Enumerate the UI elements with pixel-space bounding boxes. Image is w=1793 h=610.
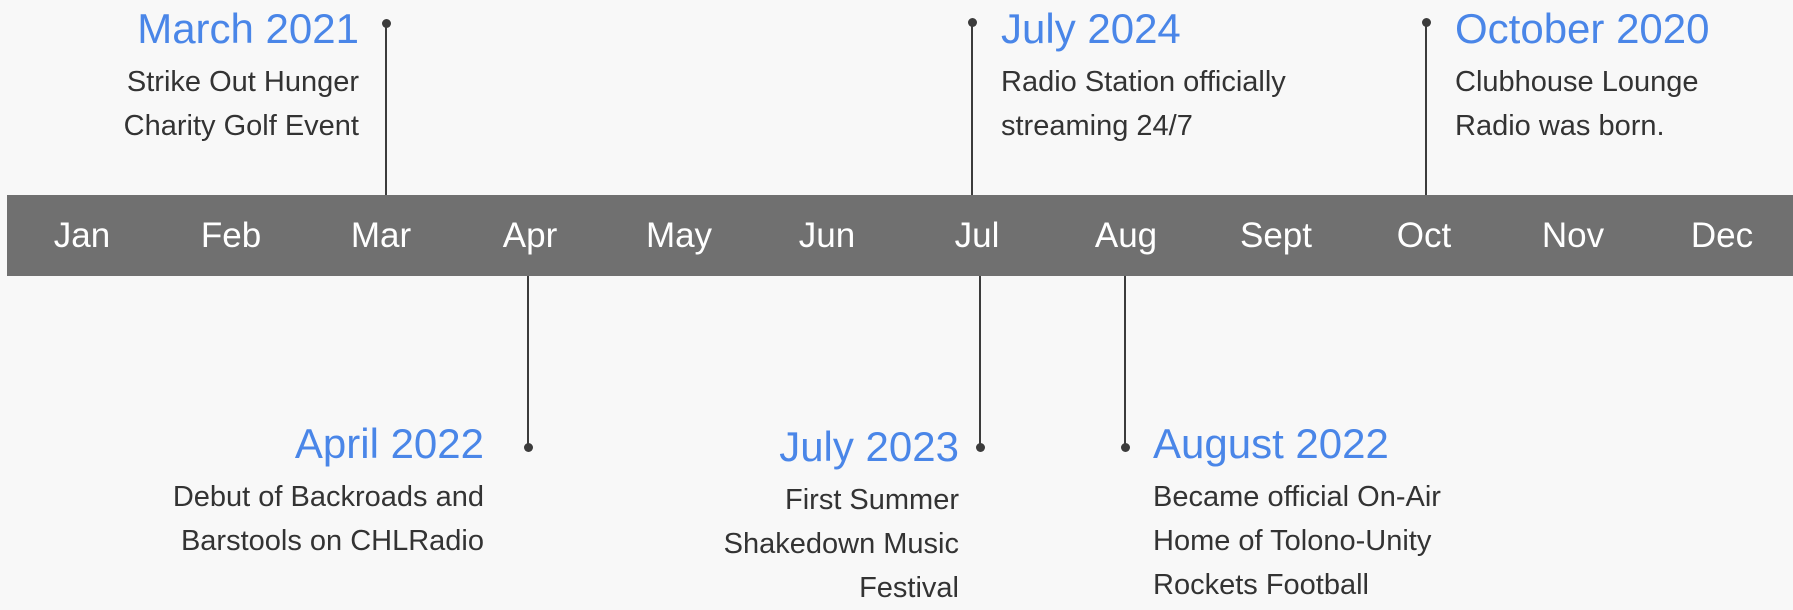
month-label-aug: Aug [1094, 216, 1158, 255]
month-label-sept: Sept [1240, 216, 1312, 255]
connector-line-july-2023 [979, 276, 981, 447]
connector-line-march-2021 [385, 23, 387, 195]
connector-dot-april-2022 [524, 443, 533, 452]
month-label-nov: Nov [1541, 216, 1605, 255]
month-label-dec: Dec [1690, 216, 1754, 255]
event-date: October 2020 [1455, 5, 1710, 52]
month-band [7, 195, 1793, 276]
event-march-2021: March 2021 Strike Out Hunger Charity Gol… [59, 6, 359, 148]
event-date: July 2023 [779, 423, 959, 470]
month-label-feb: Feb [200, 216, 262, 255]
event-description: Debut of Backroads and Barstools on CHLR… [172, 481, 484, 557]
event-october-2020: October 2020 Clubhouse Lounge Radio was … [1455, 6, 1745, 148]
event-july-2023: July 2023 First Summer Shakedown Music F… [659, 424, 959, 610]
event-date: April 2022 [294, 420, 484, 467]
connector-line-october-2020 [1425, 22, 1427, 195]
connector-dot-august-2022 [1121, 443, 1130, 452]
month-label-mar: Mar [350, 216, 412, 255]
event-description: First Summer Shakedown Music Festival [723, 484, 959, 604]
event-date: July 2024 [1001, 5, 1181, 52]
event-description: Clubhouse Lounge Radio was born. [1455, 66, 1699, 142]
month-label-jan: Jan [53, 216, 111, 255]
month-label-may: May [645, 216, 713, 255]
event-description: Strike Out Hunger Charity Golf Event [123, 66, 359, 142]
event-april-2022: April 2022 Debut of Backroads and Barsto… [144, 421, 484, 563]
month-label-jun: Jun [798, 216, 856, 255]
connector-line-july-2024 [971, 22, 973, 195]
month-label-apr: Apr [502, 216, 558, 255]
month-label-oct: Oct [1396, 216, 1452, 255]
connector-line-april-2022 [527, 276, 529, 447]
connector-dot-july-2023 [976, 443, 985, 452]
month-label-jul: Jul [954, 216, 1000, 255]
event-description: Became official On-Air Home of Tolono-Un… [1153, 481, 1441, 601]
event-date: August 2022 [1153, 420, 1389, 467]
connector-line-august-2022 [1124, 276, 1126, 447]
event-august-2022: August 2022 Became official On-Air Home … [1153, 421, 1493, 607]
event-date: March 2021 [137, 5, 359, 52]
event-july-2024: July 2024 Radio Station officially strea… [1001, 6, 1341, 148]
event-description: Radio Station officially streaming 24/7 [1001, 66, 1286, 142]
